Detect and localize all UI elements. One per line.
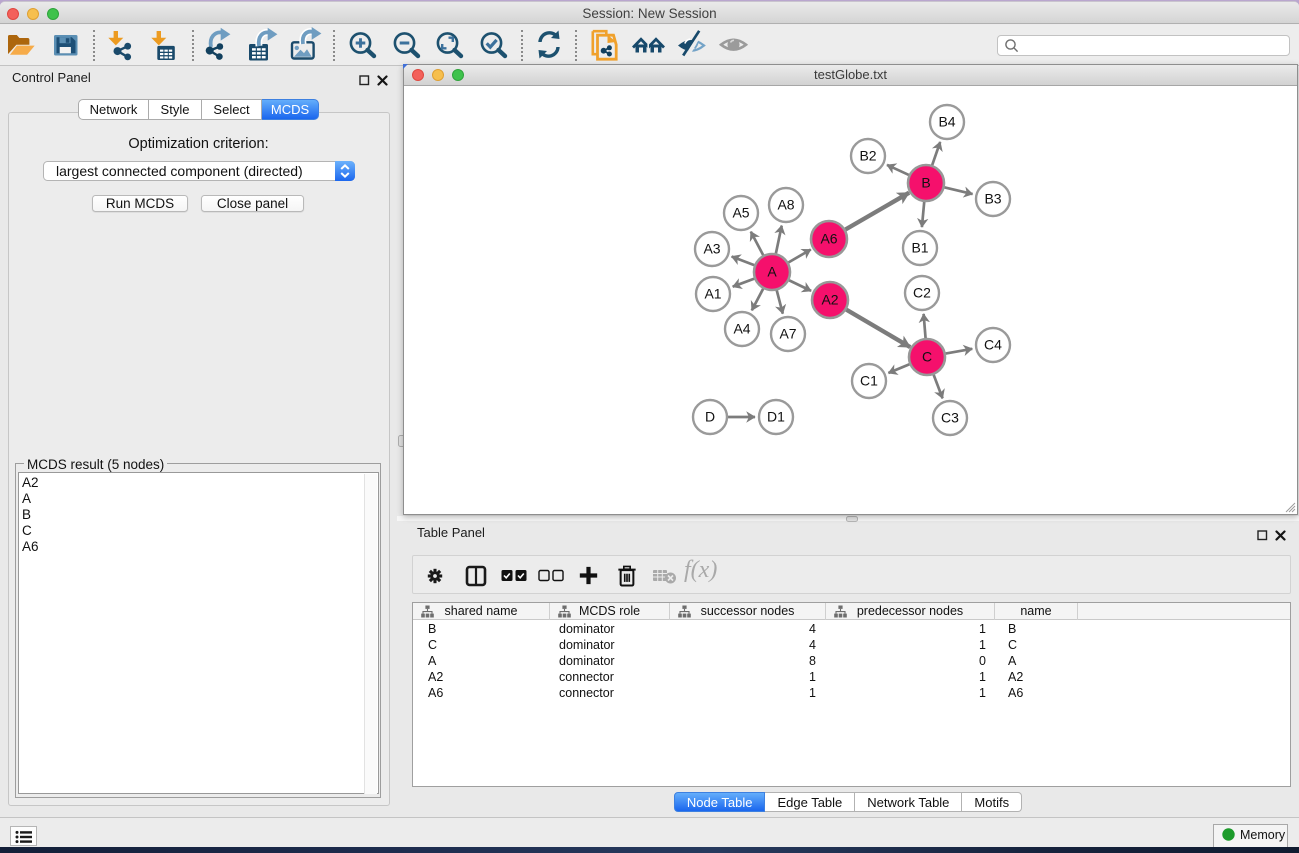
svg-text:C1: C1 [860,373,878,389]
svg-text:A3: A3 [703,241,720,257]
svg-text:B2: B2 [859,148,876,164]
svg-text:C: C [922,349,932,365]
svg-text:A7: A7 [779,326,796,342]
svg-text:A8: A8 [777,197,794,213]
svg-text:B4: B4 [938,114,955,130]
svg-text:D1: D1 [767,409,785,425]
svg-text:C4: C4 [984,337,1002,353]
svg-text:B1: B1 [911,240,928,256]
svg-text:A4: A4 [733,321,750,337]
svg-text:D: D [705,409,715,425]
svg-text:C2: C2 [913,285,931,301]
svg-text:B: B [921,175,930,191]
svg-text:A: A [767,264,777,280]
svg-text:A6: A6 [820,231,837,247]
svg-text:A2: A2 [821,292,838,308]
svg-text:A5: A5 [732,205,749,221]
svg-text:C3: C3 [941,410,959,426]
svg-text:B3: B3 [984,191,1001,207]
svg-text:A1: A1 [704,286,721,302]
